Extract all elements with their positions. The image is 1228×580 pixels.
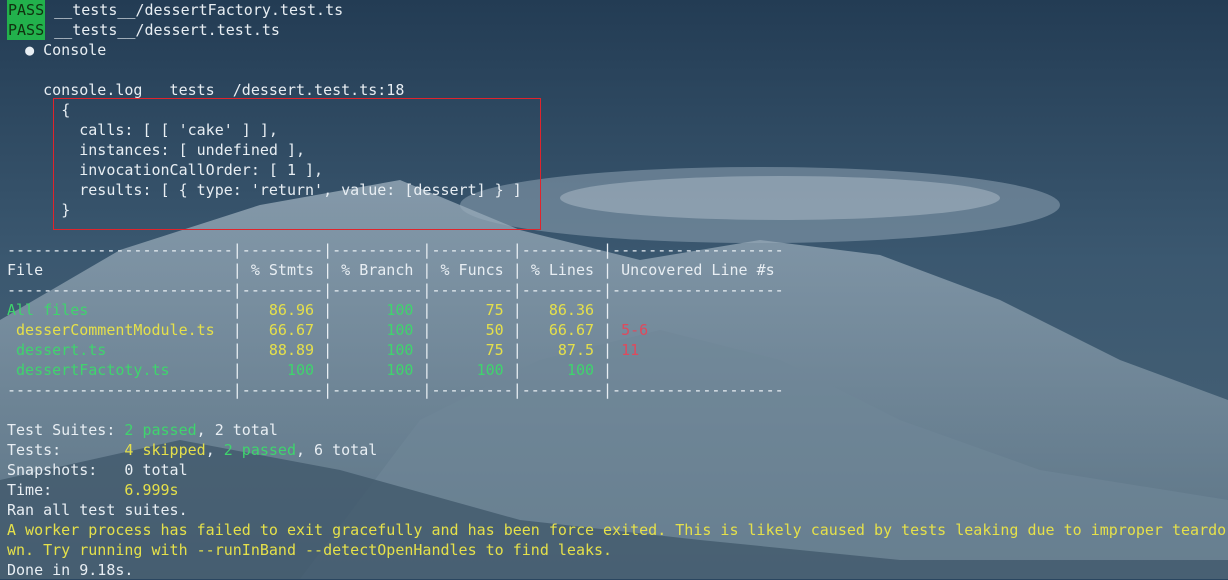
- pass-badge: PASS: [7, 20, 46, 40]
- coverage-separator: -------------------------|---------|----…: [7, 281, 784, 299]
- summary-tests: Tests: 4 skipped, 2 passed, 6 total: [7, 441, 378, 459]
- worker-warning: A worker process has failed to exit grac…: [7, 521, 1227, 539]
- coverage-row-all-files: All files | 86.96 | 100 | 75 | 86.36 |: [7, 301, 613, 319]
- terminal-output: PASS __tests__/dessertFactory.test.ts PA…: [7, 0, 1228, 580]
- coverage-separator: -------------------------|---------|----…: [7, 381, 784, 399]
- suite-result-line: PASS __tests__/dessert.test.ts: [7, 20, 1228, 40]
- coverage-row-file: dessertFactoty.ts | 100 | 100 | 100 | 10…: [16, 361, 613, 379]
- coverage-row-file: dessert.ts | 88.89 | 100 | 75 | 87.5 | 1…: [16, 341, 640, 359]
- summary-snapshots: Snapshots: 0 total: [7, 461, 188, 479]
- summary-test-suites: Test Suites: 2 passed, 2 total: [7, 421, 278, 439]
- suite-path: __tests__/dessert.test.ts: [54, 21, 280, 39]
- done-line: Done in 9.18s.: [7, 561, 134, 579]
- suite-path: __tests__/dessertFactory.test.ts: [54, 1, 344, 19]
- summary-ran-all: Ran all test suites.: [7, 501, 188, 519]
- coverage-separator: -------------------------|---------|----…: [7, 241, 784, 259]
- console-log-source: console.log __tests__/dessert.test.ts:18: [43, 81, 405, 99]
- coverage-row-file: desserCommentModule.ts | 66.67 | 100 | 5…: [16, 321, 649, 339]
- console-title: ● Console: [25, 41, 107, 59]
- suite-result-line: PASS __tests__/dessertFactory.test.ts: [7, 0, 1228, 20]
- worker-warning-continued: wn. Try running with --runInBand --detec…: [7, 541, 613, 559]
- console-output-highlight: [53, 98, 541, 230]
- summary-time: Time: 6.999s: [7, 481, 179, 499]
- coverage-header-row: File | % Stmts | % Branch | % Funcs | % …: [7, 261, 775, 279]
- pass-badge: PASS: [7, 0, 46, 20]
